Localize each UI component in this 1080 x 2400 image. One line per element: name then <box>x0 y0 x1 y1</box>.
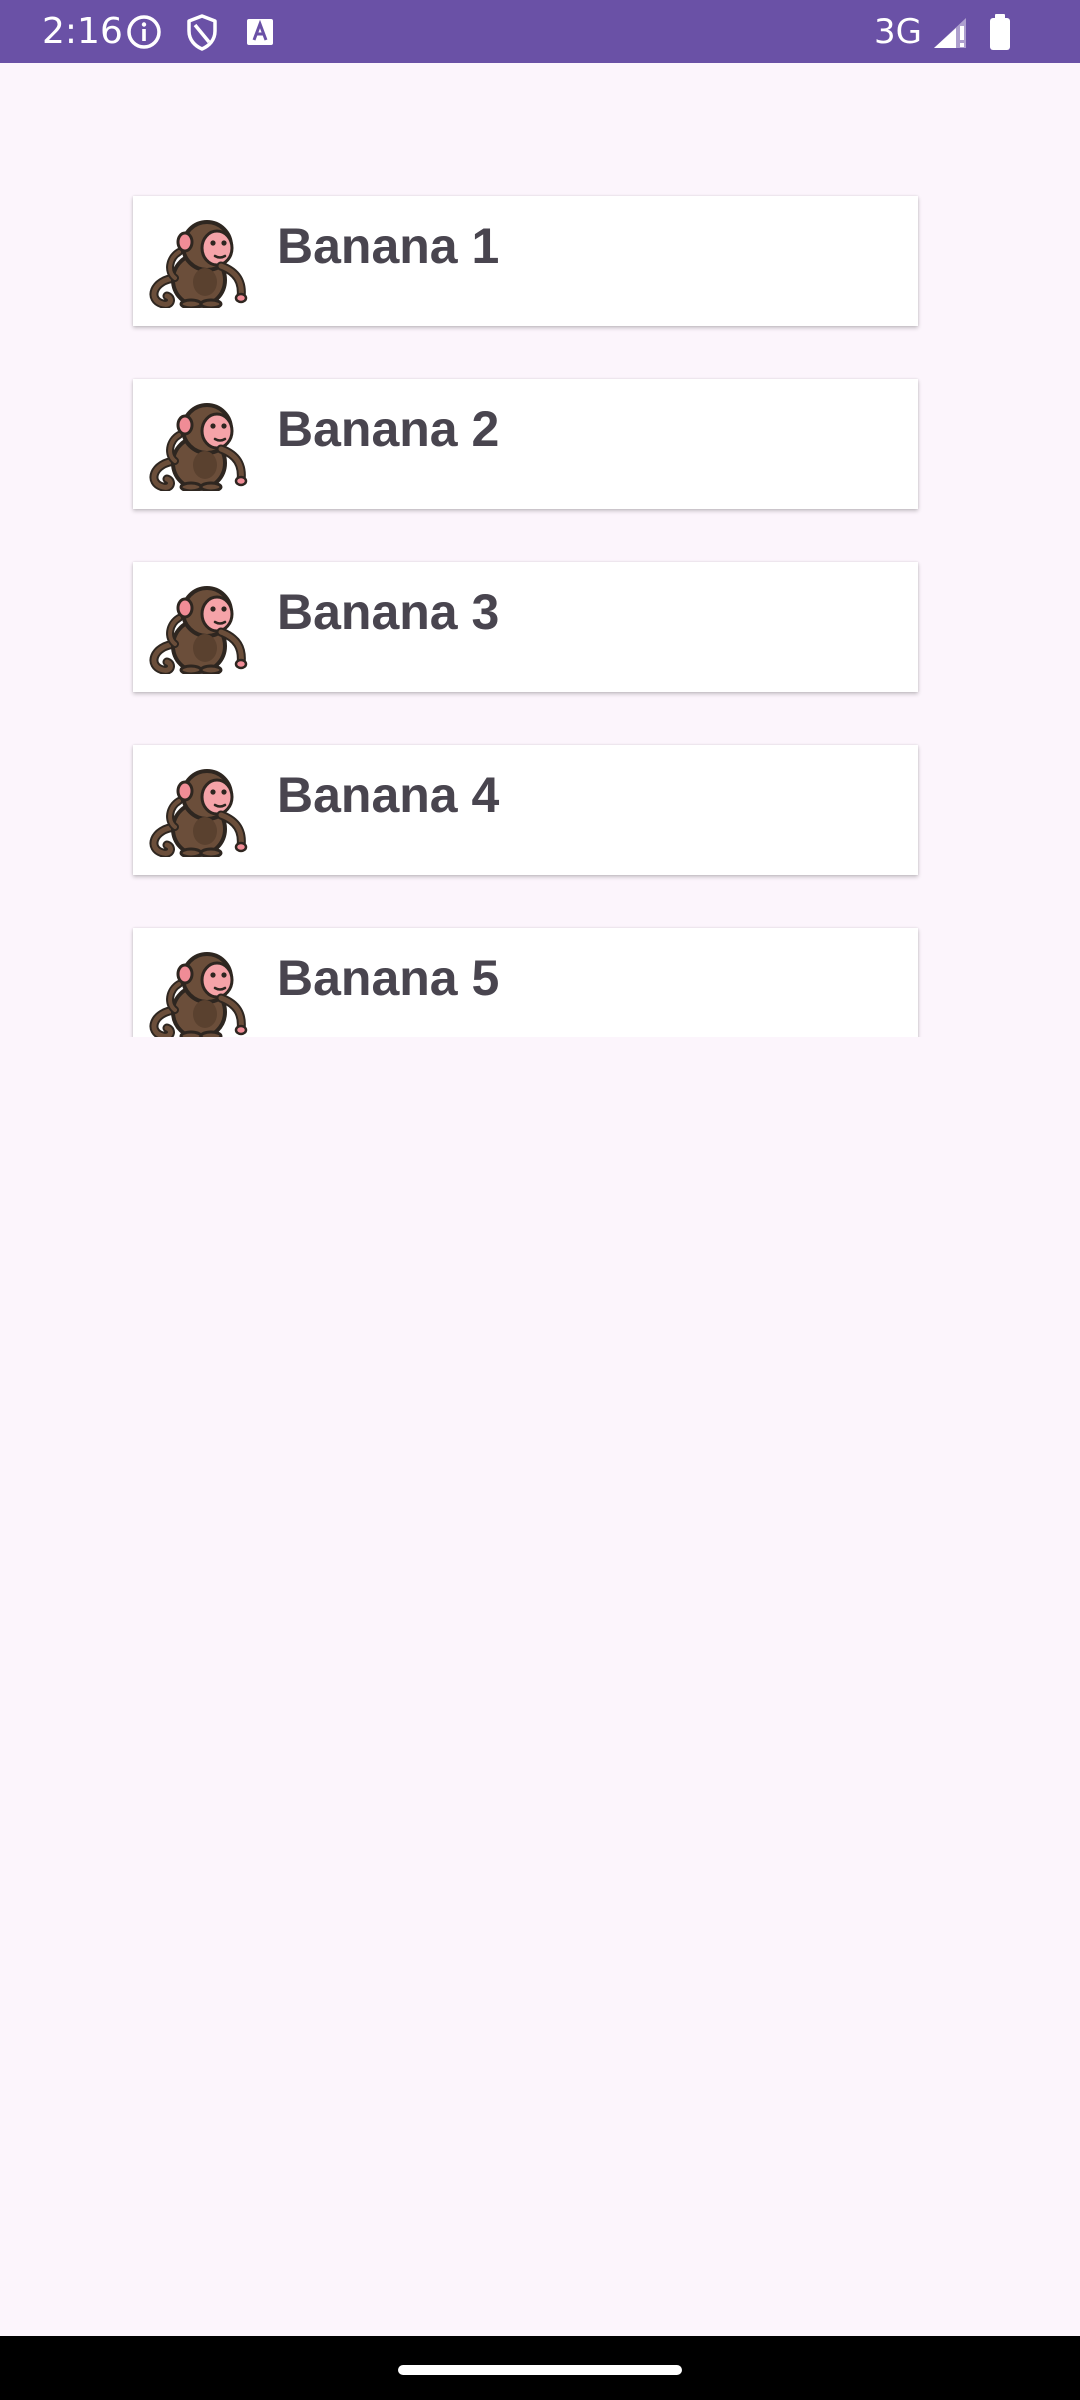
monkey-icon <box>145 401 253 491</box>
keyboard-a-icon <box>247 19 273 45</box>
monkey-icon <box>145 584 253 674</box>
home-gesture-handle[interactable] <box>398 2365 682 2375</box>
network-type: 3G <box>874 12 922 52</box>
list-item[interactable]: Banana 2 <box>133 379 918 509</box>
list-item-label: Banana 4 <box>277 767 500 823</box>
list-item-label: Banana 1 <box>277 218 500 274</box>
list-item-label: Banana 2 <box>277 401 500 457</box>
banana-list[interactable]: Banana 1 Banana 2 Banana 3 Banana 4 Bana… <box>133 196 918 1037</box>
navigation-bar <box>0 2336 1080 2400</box>
list-item[interactable]: Banana 4 <box>133 745 918 875</box>
info-icon <box>127 15 161 49</box>
list-item-label: Banana 3 <box>277 584 500 640</box>
list-item[interactable]: Banana 1 <box>133 196 918 326</box>
content-area: Banana 1 Banana 2 Banana 3 Banana 4 Bana… <box>0 63 1080 1037</box>
monkey-icon <box>145 767 253 857</box>
list-item[interactable]: Banana 5 <box>133 928 918 1037</box>
monkey-icon <box>145 950 253 1037</box>
shield-icon <box>187 14 217 51</box>
battery-icon <box>990 14 1010 50</box>
signal-icon <box>934 18 966 48</box>
list-item-label: Banana 5 <box>277 950 500 1006</box>
monkey-icon <box>145 218 253 308</box>
list-item[interactable]: Banana 3 <box>133 562 918 692</box>
status-time: 2:16 <box>42 11 123 52</box>
status-bar: 2:16 3G <box>0 0 1080 63</box>
